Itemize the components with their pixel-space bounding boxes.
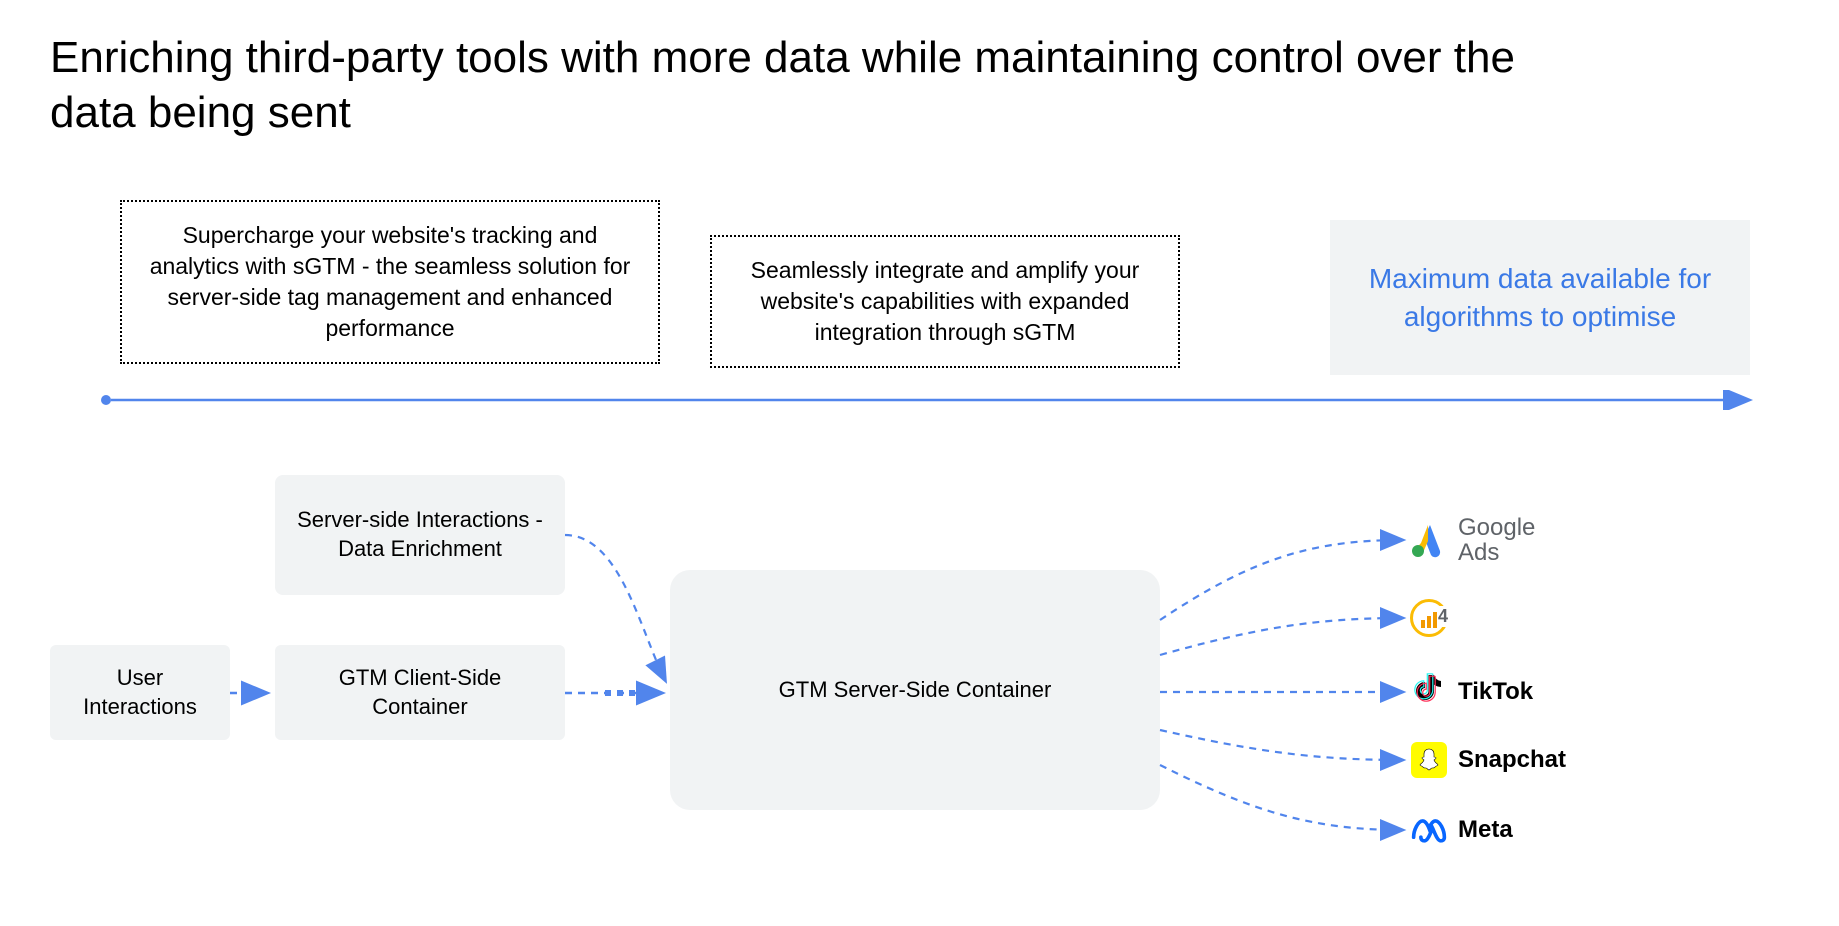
page-title: Enriching third-party tools with more da… bbox=[50, 30, 1600, 140]
destination-tiktok: TikTok bbox=[1410, 670, 1533, 714]
tiktok-icon bbox=[1410, 673, 1448, 711]
ga4-icon: 4 bbox=[1410, 599, 1448, 637]
callout-supercharge: Supercharge your website's tracking and … bbox=[120, 200, 660, 364]
highlight-max-data: Maximum data available for algorithms to… bbox=[1330, 220, 1750, 375]
destination-label: Meta bbox=[1458, 816, 1513, 844]
timeline-arrow bbox=[100, 390, 1760, 410]
node-user-interactions: User Interactions bbox=[50, 645, 230, 740]
destination-label: TikTok bbox=[1458, 678, 1533, 706]
node-gtm-client-side: GTM Client-Side Container bbox=[275, 645, 565, 740]
destination-snapchat: Snapchat bbox=[1410, 738, 1566, 782]
destination-google-ads: GoogleAds bbox=[1410, 518, 1535, 562]
callout-integrate: Seamlessly integrate and amplify your we… bbox=[710, 235, 1180, 368]
meta-icon bbox=[1410, 811, 1448, 849]
diagram-canvas: Supercharge your website's tracking and … bbox=[50, 200, 1750, 920]
snapchat-icon bbox=[1410, 741, 1448, 779]
destination-meta: Meta bbox=[1410, 808, 1513, 852]
google-ads-icon bbox=[1410, 521, 1448, 559]
node-server-side-enrichment: Server-side Interactions - Data Enrichme… bbox=[275, 475, 565, 595]
destination-label: GoogleAds bbox=[1458, 515, 1535, 565]
node-gtm-server-side: GTM Server-Side Container bbox=[670, 570, 1160, 810]
destination-label: Snapchat bbox=[1458, 746, 1566, 774]
destination-ga4: 4 bbox=[1410, 596, 1448, 640]
